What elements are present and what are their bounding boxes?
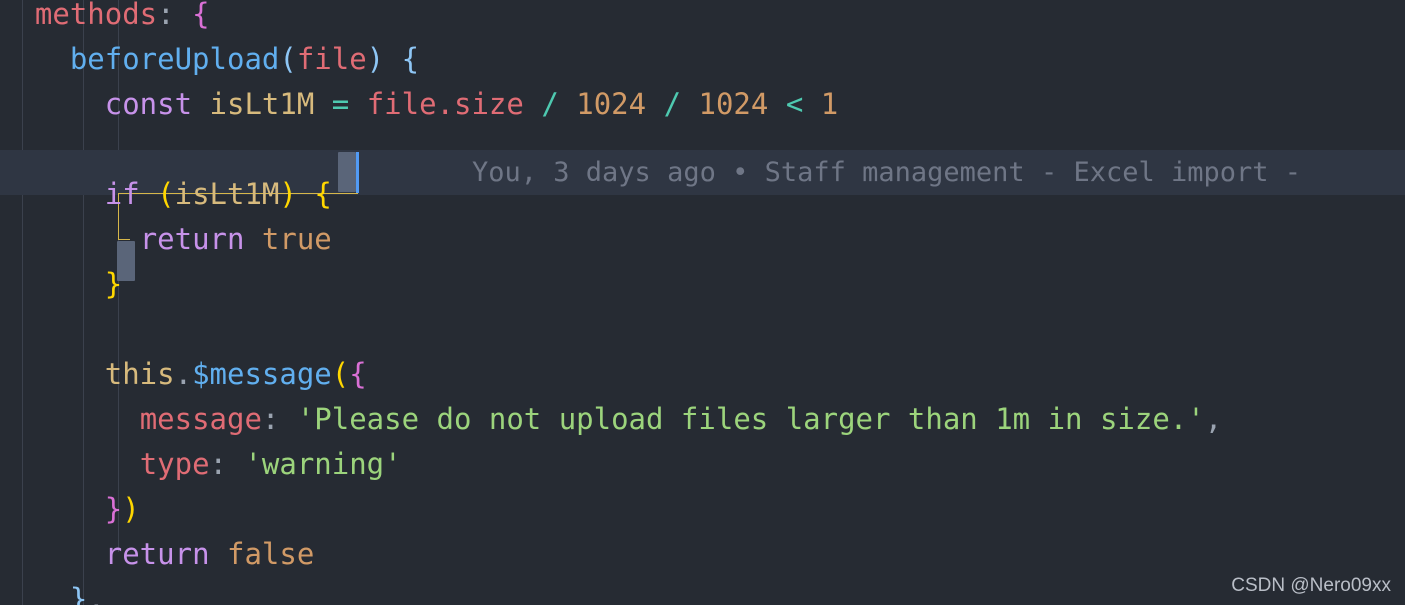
- code-token: (: [279, 42, 297, 76]
- line-beforeupload[interactable]: beforeUpload(file) {: [0, 37, 1405, 82]
- code-token: ): [366, 42, 385, 76]
- line-blank-2[interactable]: [0, 307, 1405, 352]
- code-token: 1024: [698, 87, 769, 121]
- text-cursor: [356, 152, 359, 193]
- code-token: {: [401, 42, 420, 76]
- line-message-call[interactable]: this.$message({: [0, 352, 1405, 397]
- code-token: isLt1M: [174, 177, 280, 211]
- line-return-false[interactable]: return false: [0, 532, 1405, 577]
- git-blame-annotation[interactable]: You, 3 days ago • Staff management - Exc…: [472, 150, 1405, 195]
- code-token: 'Please do not upload files larger than …: [296, 402, 1205, 436]
- code-token: /: [541, 87, 559, 121]
- code-token: if: [104, 177, 140, 211]
- code-token: message: [139, 402, 262, 436]
- code-token: file.size: [366, 87, 524, 121]
- code-token: :: [261, 402, 297, 436]
- code-token: true: [261, 222, 332, 256]
- line-type-prop[interactable]: type: 'warning': [0, 442, 1405, 487]
- code-token: {: [192, 0, 210, 31]
- code-token: type: [139, 447, 210, 481]
- code-token: :: [209, 447, 245, 481]
- code-token: ,: [87, 582, 105, 605]
- code-token: ): [122, 492, 140, 526]
- code-token: }: [104, 267, 123, 301]
- code-token: }: [104, 492, 123, 526]
- line-methods[interactable]: methods: {: [0, 0, 1405, 37]
- code-token: return: [104, 537, 210, 571]
- line-return-true[interactable]: return true: [0, 217, 1405, 262]
- code-token: file: [296, 42, 367, 76]
- code-token: 1024: [576, 87, 647, 121]
- code-token: <: [785, 87, 804, 121]
- code-token: :: [157, 0, 193, 31]
- code-token: }: [69, 582, 88, 605]
- code-token: {: [314, 177, 332, 211]
- code-editor[interactable]: methods: { beforeUpload(file) { const is…: [0, 0, 1405, 605]
- line-close-message[interactable]: }): [0, 487, 1405, 532]
- code-token: 1: [820, 87, 839, 121]
- code-token: this: [104, 357, 175, 391]
- line-message-prop[interactable]: message: 'Please do not upload files lar…: [0, 397, 1405, 442]
- code-token: $message: [192, 357, 332, 391]
- code-token: false: [227, 537, 315, 571]
- line-const[interactable]: const isLt1M = file.size / 1024 / 1024 <…: [0, 82, 1405, 127]
- code-lines[interactable]: methods: { beforeUpload(file) { const is…: [0, 0, 1405, 605]
- line-close-if[interactable]: }: [0, 262, 1405, 307]
- code-token: ): [279, 177, 297, 211]
- csdn-watermark: CSDN @Nero09xx: [1231, 575, 1391, 596]
- code-token: return: [139, 222, 245, 256]
- code-token: (: [157, 177, 175, 211]
- code-token: 'warning': [244, 447, 402, 481]
- code-token: /: [663, 87, 682, 121]
- code-token: (: [331, 357, 350, 391]
- code-token: isLt1M: [209, 87, 315, 121]
- code-token: methods: [34, 0, 158, 31]
- code-token: ,: [1204, 402, 1223, 436]
- code-token: .: [174, 357, 193, 391]
- line-close-method[interactable]: },: [0, 577, 1405, 605]
- code-token: {: [349, 357, 367, 391]
- code-token: const: [104, 87, 193, 121]
- code-token: =: [331, 87, 350, 121]
- code-token: beforeUpload: [69, 42, 280, 76]
